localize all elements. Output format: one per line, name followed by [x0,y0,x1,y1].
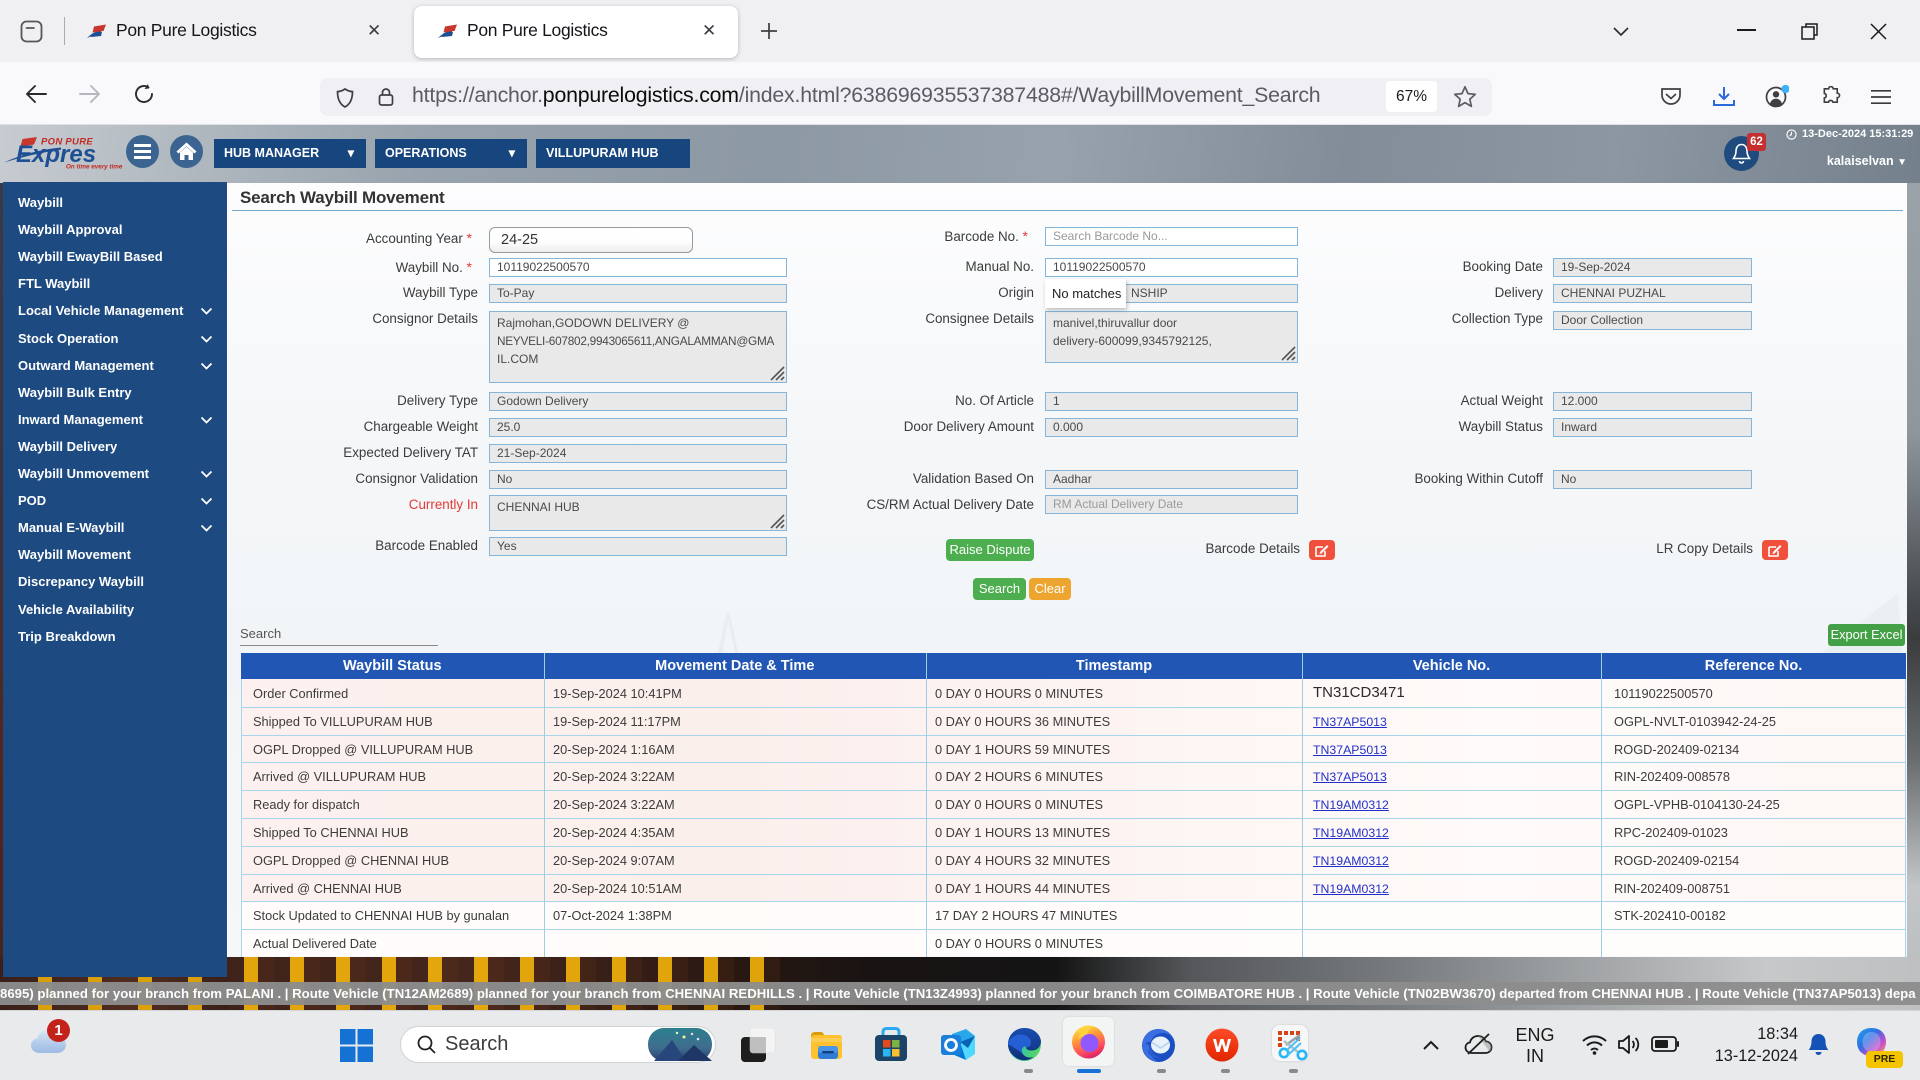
svg-text:On time every time: On time every time [66,164,123,171]
